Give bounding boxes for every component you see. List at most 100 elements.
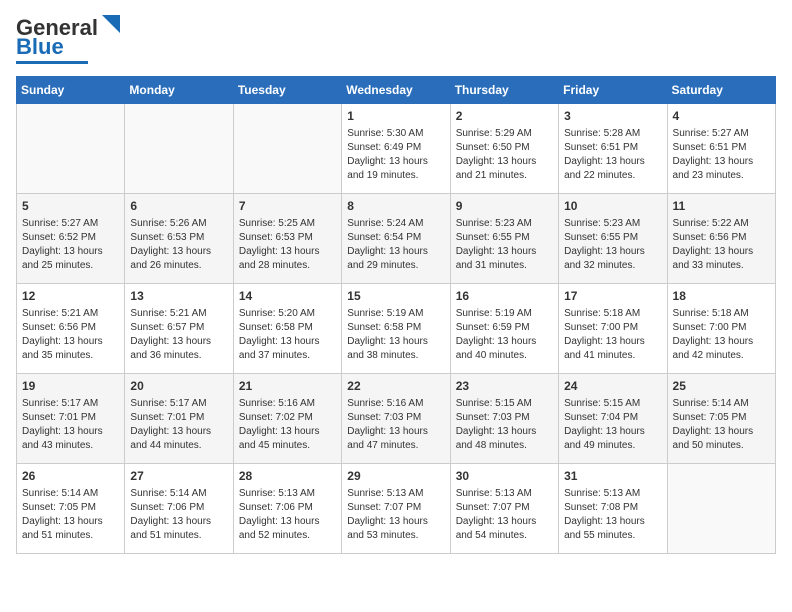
calendar-cell: 6Sunrise: 5:26 AM Sunset: 6:53 PM Daylig…	[125, 194, 233, 284]
calendar-week-5: 26Sunrise: 5:14 AM Sunset: 7:05 PM Dayli…	[17, 464, 776, 554]
day-number: 11	[673, 198, 770, 215]
calendar-cell: 24Sunrise: 5:15 AM Sunset: 7:04 PM Dayli…	[559, 374, 667, 464]
day-number: 18	[673, 288, 770, 305]
calendar-cell: 17 Sunrise: 5:18 AM Sunset: 7:00 PM Dayli…	[559, 284, 667, 374]
calendar-cell: 30 Sunrise: 5:13 AM Sunset: 7:07 PM Dayli…	[450, 464, 558, 554]
day-number: 1	[347, 108, 444, 125]
calendar-cell: 3 Sunrise: 5:28 AM Sunset: 6:51 PM Daylig…	[559, 104, 667, 194]
calendar-week-2: 5 Sunrise: 5:27 AM Sunset: 6:52 PM Daylig…	[17, 194, 776, 284]
day-number: 9	[456, 198, 553, 215]
weekday-header-row: SundayMondayTuesdayWednesdayThursdayFrid…	[17, 77, 776, 104]
calendar-week-4: 19Sunrise: 5:17 AM Sunset: 7:01 PM Dayli…	[17, 374, 776, 464]
weekday-monday: Monday	[125, 77, 233, 104]
calendar-week-1: 1 Sunrise: 5:30 AM Sunset: 6:49 PM Daylig…	[17, 104, 776, 194]
cell-info: Sunrise: 5:16 AM Sunset: 7:02 PM Dayligh…	[239, 397, 336, 453]
day-number: 7	[239, 198, 336, 215]
cell-info: Sunrise: 5:15 AM Sunset: 7:04 PM Dayligh…	[564, 397, 661, 453]
cell-info: Sunrise: 5:13 AM Sunset: 7:06 PM Dayligh…	[239, 487, 336, 543]
cell-info: Sunrise: 5:26 AM Sunset: 6:53 PM Dayligh…	[130, 217, 227, 273]
day-number: 13	[130, 288, 227, 305]
page-header: General Blue	[16, 16, 776, 64]
cell-info: Sunrise: 5:18 AM Sunset: 7:00 PM Dayligh…	[564, 307, 661, 363]
day-number: 3	[564, 108, 661, 125]
cell-info: Sunrise: 5:20 AM Sunset: 6:58 PM Dayligh…	[239, 307, 336, 363]
cell-info: Sunrise: 5:16 AM Sunset: 7:03 PM Dayligh…	[347, 397, 444, 453]
calendar-cell: 21 Sunrise: 5:16 AM Sunset: 7:02 PM Dayli…	[233, 374, 341, 464]
cell-info: Sunrise: 5:21 AM Sunset: 6:56 PM Dayligh…	[22, 307, 119, 363]
day-number: 5	[22, 198, 119, 215]
weekday-saturday: Saturday	[667, 77, 775, 104]
cell-info: Sunrise: 5:13 AM Sunset: 7:07 PM Dayligh…	[347, 487, 444, 543]
day-number: 23	[456, 378, 553, 395]
cell-info: Sunrise: 5:24 AM Sunset: 6:54 PM Dayligh…	[347, 217, 444, 273]
calendar-cell: 29 Sunrise: 5:13 AM Sunset: 7:07 PM Dayli…	[342, 464, 450, 554]
day-number: 8	[347, 198, 444, 215]
calendar-cell: 19Sunrise: 5:17 AM Sunset: 7:01 PM Dayli…	[17, 374, 125, 464]
weekday-friday: Friday	[559, 77, 667, 104]
day-number: 15	[347, 288, 444, 305]
calendar-cell: 13 Sunrise: 5:21 AM Sunset: 6:57 PM Dayli…	[125, 284, 233, 374]
cell-info: Sunrise: 5:27 AM Sunset: 6:52 PM Dayligh…	[22, 217, 119, 273]
cell-info: Sunrise: 5:14 AM Sunset: 7:05 PM Dayligh…	[673, 397, 770, 453]
cell-info: Sunrise: 5:13 AM Sunset: 7:08 PM Dayligh…	[564, 487, 661, 543]
day-number: 31	[564, 468, 661, 485]
calendar-cell: 16 Sunrise: 5:19 AM Sunset: 6:59 PM Dayli…	[450, 284, 558, 374]
cell-info: Sunrise: 5:15 AM Sunset: 7:03 PM Dayligh…	[456, 397, 553, 453]
calendar-cell: 2 Sunrise: 5:29 AM Sunset: 6:50 PM Daylig…	[450, 104, 558, 194]
day-number: 22	[347, 378, 444, 395]
weekday-wednesday: Wednesday	[342, 77, 450, 104]
cell-info: Sunrise: 5:29 AM Sunset: 6:50 PM Dayligh…	[456, 127, 553, 183]
cell-info: Sunrise: 5:22 AM Sunset: 6:56 PM Dayligh…	[673, 217, 770, 273]
weekday-sunday: Sunday	[17, 77, 125, 104]
day-number: 2	[456, 108, 553, 125]
day-number: 26	[22, 468, 119, 485]
calendar-cell: 7 Sunrise: 5:25 AM Sunset: 6:53 PM Daylig…	[233, 194, 341, 284]
calendar-week-3: 12Sunrise: 5:21 AM Sunset: 6:56 PM Dayli…	[17, 284, 776, 374]
calendar-cell: 26Sunrise: 5:14 AM Sunset: 7:05 PM Dayli…	[17, 464, 125, 554]
day-number: 16	[456, 288, 553, 305]
logo-arrow-icon	[102, 15, 120, 33]
cell-info: Sunrise: 5:27 AM Sunset: 6:51 PM Dayligh…	[673, 127, 770, 183]
cell-info: Sunrise: 5:19 AM Sunset: 6:59 PM Dayligh…	[456, 307, 553, 363]
calendar-cell	[17, 104, 125, 194]
calendar-cell: 22 Sunrise: 5:16 AM Sunset: 7:03 PM Dayli…	[342, 374, 450, 464]
cell-info: Sunrise: 5:17 AM Sunset: 7:01 PM Dayligh…	[22, 397, 119, 453]
cell-info: Sunrise: 5:18 AM Sunset: 7:00 PM Dayligh…	[673, 307, 770, 363]
calendar-cell: 8 Sunrise: 5:24 AM Sunset: 6:54 PM Daylig…	[342, 194, 450, 284]
cell-info: Sunrise: 5:25 AM Sunset: 6:53 PM Dayligh…	[239, 217, 336, 273]
cell-info: Sunrise: 5:14 AM Sunset: 7:06 PM Dayligh…	[130, 487, 227, 543]
day-number: 27	[130, 468, 227, 485]
cell-info: Sunrise: 5:30 AM Sunset: 6:49 PM Dayligh…	[347, 127, 444, 183]
day-number: 28	[239, 468, 336, 485]
calendar-cell: 25 Sunrise: 5:14 AM Sunset: 7:05 PM Dayli…	[667, 374, 775, 464]
weekday-tuesday: Tuesday	[233, 77, 341, 104]
calendar-cell: 5 Sunrise: 5:27 AM Sunset: 6:52 PM Daylig…	[17, 194, 125, 284]
calendar-cell: 12Sunrise: 5:21 AM Sunset: 6:56 PM Dayli…	[17, 284, 125, 374]
logo-blue: Blue	[16, 34, 64, 60]
calendar-header: SundayMondayTuesdayWednesdayThursdayFrid…	[17, 77, 776, 104]
calendar-cell: 4Sunrise: 5:27 AM Sunset: 6:51 PM Daylig…	[667, 104, 775, 194]
day-number: 10	[564, 198, 661, 215]
cell-info: Sunrise: 5:23 AM Sunset: 6:55 PM Dayligh…	[456, 217, 553, 273]
calendar-cell: 31 Sunrise: 5:13 AM Sunset: 7:08 PM Dayli…	[559, 464, 667, 554]
day-number: 20	[130, 378, 227, 395]
logo-underline	[16, 61, 88, 64]
calendar-cell: 11 Sunrise: 5:22 AM Sunset: 6:56 PM Dayli…	[667, 194, 775, 284]
day-number: 25	[673, 378, 770, 395]
day-number: 29	[347, 468, 444, 485]
day-number: 17	[564, 288, 661, 305]
cell-info: Sunrise: 5:17 AM Sunset: 7:01 PM Dayligh…	[130, 397, 227, 453]
calendar-cell: 23 Sunrise: 5:15 AM Sunset: 7:03 PM Dayli…	[450, 374, 558, 464]
calendar-cell: 9 Sunrise: 5:23 AM Sunset: 6:55 PM Daylig…	[450, 194, 558, 284]
cell-info: Sunrise: 5:19 AM Sunset: 6:58 PM Dayligh…	[347, 307, 444, 363]
calendar-cell	[667, 464, 775, 554]
calendar-cell: 20 Sunrise: 5:17 AM Sunset: 7:01 PM Dayli…	[125, 374, 233, 464]
cell-info: Sunrise: 5:21 AM Sunset: 6:57 PM Dayligh…	[130, 307, 227, 363]
cell-info: Sunrise: 5:28 AM Sunset: 6:51 PM Dayligh…	[564, 127, 661, 183]
calendar-cell: 1 Sunrise: 5:30 AM Sunset: 6:49 PM Daylig…	[342, 104, 450, 194]
day-number: 30	[456, 468, 553, 485]
cell-info: Sunrise: 5:13 AM Sunset: 7:07 PM Dayligh…	[456, 487, 553, 543]
calendar-cell: 10Sunrise: 5:23 AM Sunset: 6:55 PM Dayli…	[559, 194, 667, 284]
calendar-cell: 14Sunrise: 5:20 AM Sunset: 6:58 PM Dayli…	[233, 284, 341, 374]
day-number: 21	[239, 378, 336, 395]
